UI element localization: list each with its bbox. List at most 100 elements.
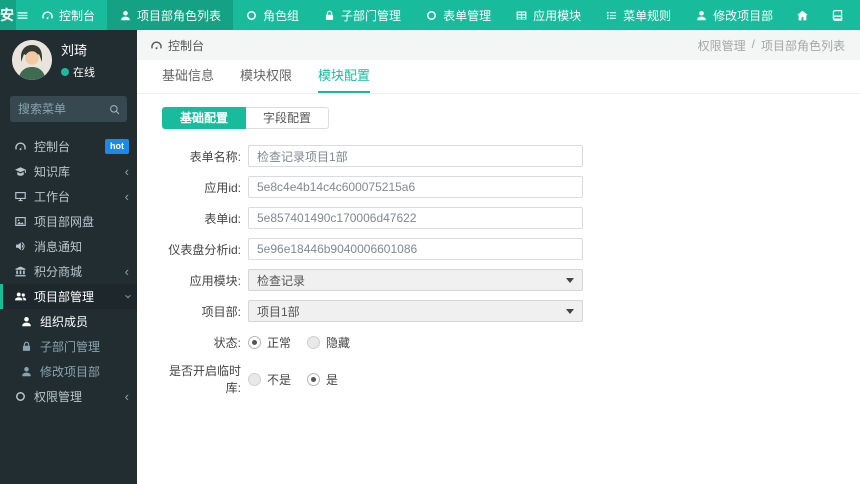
- breadcrumb-trail: 权限管理 / 项目部角色列表: [698, 37, 845, 54]
- sidebar-item-label: 项目部网盘: [34, 215, 95, 229]
- top-menu-form-manage[interactable]: 表单管理: [413, 0, 503, 30]
- avatar: [12, 40, 52, 80]
- selected-value: 检查记录: [257, 273, 306, 288]
- top-menu-edit-project[interactable]: 修改项目部: [683, 0, 785, 30]
- sidebar-item-label: 工作台: [34, 190, 71, 204]
- top-menu-label: 修改项目部: [713, 8, 774, 23]
- lock-icon: [20, 340, 33, 353]
- sidebar-item-netdisk[interactable]: 项目部网盘: [0, 209, 137, 234]
- dashboard-id-input[interactable]: [248, 238, 583, 260]
- top-menu: 控制台 项目部角色列表 角色组 子部门管理 表单管理 应用模块 菜单规则 修改项…: [29, 0, 785, 30]
- form-name-label: 表单名称:: [189, 149, 241, 164]
- top-menu-menu-rule[interactable]: 菜单规则: [593, 0, 683, 30]
- selected-value: 项目1部: [257, 304, 300, 319]
- sidebar-item-label: 控制台: [34, 140, 71, 154]
- image-icon: [14, 215, 27, 228]
- top-navbar: 安全帮 控制台 项目部角色列表 角色组 子部门管理 表单管理 应用模块: [0, 0, 860, 83]
- form-row: 项目部: 项目1部: [162, 300, 860, 322]
- temp-library-yes-radio[interactable]: 是: [307, 371, 338, 388]
- top-menu-label: 控制台: [59, 8, 96, 23]
- field-config-button[interactable]: 字段配置: [246, 107, 330, 129]
- app-id-input[interactable]: [248, 176, 583, 198]
- breadcrumb-separator: /: [751, 36, 755, 51]
- breadcrumb-current[interactable]: 控制台: [150, 37, 204, 54]
- tab-module-config[interactable]: 模块配置: [318, 68, 371, 93]
- form-row: 应用id:: [162, 176, 860, 198]
- tab-module-permission[interactable]: 模块权限: [240, 68, 292, 93]
- tab-basic-info[interactable]: 基础信息: [162, 68, 214, 93]
- user-icon: [119, 9, 132, 22]
- search-input[interactable]: [10, 102, 101, 116]
- top-menu-label: 子部门管理: [341, 8, 402, 23]
- sidebar-item-console[interactable]: 控制台 hot: [0, 134, 137, 159]
- sidebar-item-label: 消息通知: [34, 240, 83, 254]
- users-icon: [14, 290, 27, 303]
- top-menu-role-group[interactable]: 角色组: [233, 0, 311, 30]
- form-row: 仪表盘分析id:: [162, 238, 860, 260]
- sidebar-item-label: 项目部管理: [34, 290, 95, 304]
- sidebar-item-org-members[interactable]: 组织成员: [0, 309, 137, 334]
- status-normal-radio[interactable]: 正常: [248, 334, 291, 351]
- sidebar-item-sub-dept[interactable]: 子部门管理: [0, 334, 137, 359]
- top-menu-sub-dept[interactable]: 子部门管理: [311, 0, 413, 30]
- sidebar-menu: 控制台 hot 知识库 ‹ 工作台 ‹ 项目部网盘 消息通知 积分商城 ‹ 项目…: [0, 134, 137, 409]
- app-module-label: 应用模块:: [189, 273, 241, 288]
- config-button-group: 基础配置 字段配置: [162, 107, 860, 129]
- brand-logo[interactable]: 安全帮: [0, 0, 16, 83]
- topbar-right-tools: 刘琦: [785, 0, 860, 30]
- chevron-left-icon: ‹: [124, 264, 129, 279]
- form-id-input[interactable]: [248, 207, 583, 229]
- dashboard-icon: [41, 9, 54, 22]
- sidebar-user-panel: 刘琦 在线: [0, 30, 137, 92]
- list-icon: [605, 9, 618, 22]
- online-status-label: 在线: [73, 67, 95, 79]
- form-row: 表单名称:: [162, 145, 860, 167]
- radio-unchecked-icon: [307, 335, 321, 349]
- breadcrumb-parent-link[interactable]: 权限管理: [698, 37, 746, 54]
- sidebar-item-project-manage[interactable]: 项目部管理 ‹: [0, 284, 137, 309]
- sidebar-item-label: 权限管理: [34, 390, 83, 404]
- volume-icon: [14, 240, 27, 253]
- status-label: 状态:: [213, 335, 241, 350]
- sidebar-item-permission[interactable]: 权限管理 ‹: [0, 384, 137, 409]
- sidebar-item-label: 子部门管理: [40, 340, 101, 354]
- sidebar-search: [10, 96, 127, 122]
- dashboard-id-label: 仪表盘分析id:: [168, 242, 241, 257]
- top-menu-role-list[interactable]: 项目部角色列表: [107, 0, 234, 30]
- radio-unchecked-icon: [248, 372, 261, 386]
- sidebar-item-notice[interactable]: 消息通知: [0, 234, 137, 259]
- top-menu-app-module[interactable]: 应用模块: [503, 0, 593, 30]
- sidebar-item-knowledge[interactable]: 知识库 ‹: [0, 159, 137, 184]
- form-id-label: 表单id:: [204, 211, 241, 226]
- table-icon: [515, 9, 528, 22]
- clear-cache-button[interactable]: [820, 0, 855, 30]
- radio-checked-icon: [248, 335, 261, 349]
- radio-label: 正常: [267, 335, 292, 350]
- top-menu-console[interactable]: 控制台: [29, 0, 107, 30]
- home-button[interactable]: [785, 0, 820, 30]
- temp-library-no-radio[interactable]: 不是: [248, 371, 291, 388]
- sidebar-item-points-mall[interactable]: 积分商城 ‹: [0, 259, 137, 284]
- online-dot: [61, 68, 69, 76]
- basic-config-button[interactable]: 基础配置: [162, 107, 247, 129]
- module-config-form: 表单名称: 应用id: 表单id: 仪表盘分析id: 应用模块: 检查记录 项目…: [137, 145, 860, 396]
- fullscreen-button[interactable]: [855, 0, 860, 30]
- sidebar-toggle-button[interactable]: [16, 0, 29, 30]
- top-menu-label: 应用模块: [533, 8, 582, 23]
- project-dept-select[interactable]: 项目1部: [248, 300, 583, 322]
- sidebar-item-label: 组织成员: [40, 315, 89, 329]
- caret-down-icon: [566, 308, 574, 314]
- form-row: 是否开启临时库: 不是 是: [162, 362, 860, 396]
- search-icon: [108, 103, 121, 116]
- sidebar-item-edit-project[interactable]: 修改项目部: [0, 359, 137, 384]
- form-name-input[interactable]: [248, 145, 583, 167]
- temp-library-label: 是否开启临时库:: [168, 364, 241, 395]
- sidebar-item-workbench[interactable]: 工作台 ‹: [0, 184, 137, 209]
- search-button[interactable]: [101, 96, 127, 122]
- hot-badge: hot: [105, 139, 129, 154]
- chevron-left-icon: ‹: [124, 189, 129, 204]
- status-hidden-radio[interactable]: 隐藏: [307, 334, 350, 351]
- app-module-select[interactable]: 检查记录: [248, 269, 583, 291]
- top-menu-label: 菜单规则: [623, 8, 672, 23]
- breadcrumb: 控制台 权限管理 / 项目部角色列表: [137, 30, 860, 60]
